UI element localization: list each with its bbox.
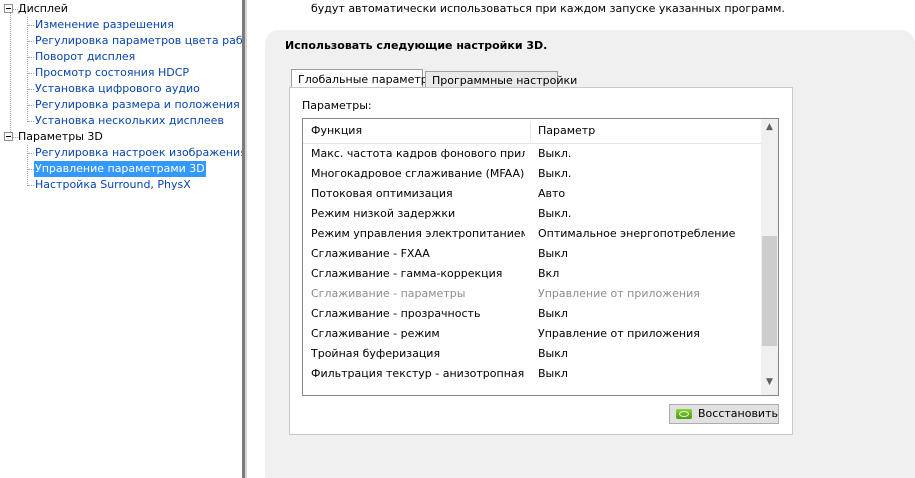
- content-pane: будут автоматически использоваться при к…: [247, 0, 915, 478]
- column-header-value[interactable]: Параметр: [538, 119, 595, 143]
- feature-value: Выкл.: [538, 207, 572, 220]
- column-divider[interactable]: [530, 121, 531, 141]
- feature-name: Многокадровое сглаживание (MFAA): [311, 167, 525, 180]
- tree-connector: [27, 17, 28, 122]
- feature-name: Сглаживание - параметры: [311, 287, 466, 300]
- tree-item-multiple-displays[interactable]: Установка нескольких дисплеев: [35, 113, 224, 129]
- feature-value: Управление от приложения: [538, 327, 700, 340]
- list-item[interactable]: Сглаживание - гамма-коррекция Вкл: [303, 264, 761, 284]
- feature-value: Выкл.: [538, 167, 572, 180]
- collapse-3d-settings-icon[interactable]: [4, 132, 13, 141]
- tree-connector: [28, 25, 34, 26]
- tree-item-color-settings[interactable]: Регулировка параметров цвета рабочег: [35, 33, 242, 49]
- tree-item-digital-audio[interactable]: Установка цифрового аудио: [35, 81, 200, 97]
- feature-name: Режим управления электропитанием: [311, 227, 525, 240]
- section-title: Использовать следующие настройки 3D.: [285, 39, 548, 52]
- restore-button[interactable]: Восстановить: [669, 404, 779, 424]
- feature-value: Вкл: [538, 267, 560, 280]
- tree-item-hdcp-status[interactable]: Просмотр состояния HDCP: [35, 65, 189, 81]
- tree-item-surround-physx[interactable]: Настройка Surround, PhysX: [35, 177, 191, 193]
- tree-group-3d-settings[interactable]: Параметры 3D: [18, 129, 103, 145]
- list-header: Функция Параметр: [303, 119, 761, 144]
- settings-panel: Использовать следующие настройки 3D. Гло…: [265, 30, 915, 478]
- collapse-display-icon[interactable]: [4, 4, 13, 13]
- tree-connector: [10, 10, 11, 138]
- feature-name: Тройная буферизация: [311, 347, 441, 360]
- tree-group-display[interactable]: Дисплей: [18, 1, 68, 17]
- tree-connector: [28, 57, 34, 58]
- scroll-up-icon[interactable]: ▲: [761, 119, 778, 136]
- tree-item-manage-3d-settings[interactable]: Управление параметрами 3D: [34, 161, 206, 177]
- list-item[interactable]: Сглаживание - FXAA Выкл: [303, 244, 761, 264]
- feature-name: Режим низкой задержки: [311, 207, 456, 220]
- feature-value: Авто: [538, 187, 566, 200]
- list-item[interactable]: Режим низкой задержки Выкл.: [303, 204, 761, 224]
- list-item[interactable]: Фильтрация текстур - анизотропная оп... …: [303, 364, 761, 384]
- tab-body: Параметры: Функция Параметр Макс. частот…: [289, 87, 793, 435]
- feature-name: Сглаживание - режим: [311, 327, 440, 340]
- feature-value: Выкл.: [538, 147, 572, 160]
- tree-connector: [28, 73, 34, 74]
- feature-value: Оптимальное энергопотребление: [538, 227, 736, 240]
- feature-value: Выкл: [538, 307, 568, 320]
- page-description: будут автоматически использоваться при к…: [311, 2, 785, 15]
- column-header-feature[interactable]: Функция: [311, 119, 362, 143]
- list-item[interactable]: Многокадровое сглаживание (MFAA) Выкл.: [303, 164, 761, 184]
- feature-value: Выкл: [538, 347, 568, 360]
- settings-list[interactable]: Функция Параметр Макс. частота кадров фо…: [302, 118, 779, 396]
- tree-connector: [28, 41, 34, 42]
- list-item[interactable]: Макс. частота кадров фонового прило... В…: [303, 144, 761, 164]
- tree-connector: [28, 105, 34, 106]
- feature-name: Сглаживание - прозрачность: [311, 307, 481, 320]
- feature-name: Сглаживание - гамма-коррекция: [311, 267, 503, 280]
- restore-button-label: Восстановить: [698, 407, 778, 420]
- list-item[interactable]: Сглаживание - параметры Управление от пр…: [303, 284, 761, 304]
- navigation-tree: Дисплей Изменение разрешения Регулировка…: [0, 0, 242, 478]
- vertical-scrollbar[interactable]: ▲ ▼: [761, 119, 778, 395]
- tab-global-settings[interactable]: Глобальные параметры: [291, 69, 436, 89]
- tree-connector: [28, 89, 34, 90]
- list-item[interactable]: Сглаживание - прозрачность Выкл: [303, 304, 761, 324]
- list-item[interactable]: Тройная буферизация Выкл: [303, 344, 761, 364]
- tree-item-change-resolution[interactable]: Изменение разрешения: [35, 17, 174, 33]
- feature-value: Управление от приложения: [538, 287, 700, 300]
- feature-name: Сглаживание - FXAA: [311, 247, 430, 260]
- list-item[interactable]: Сглаживание - режим Управление от прилож…: [303, 324, 761, 344]
- scrollbar-thumb[interactable]: [762, 236, 777, 346]
- tree-connector: [27, 145, 28, 186]
- scroll-down-icon[interactable]: ▼: [761, 374, 778, 391]
- feature-value: Выкл: [538, 247, 568, 260]
- tree-item-image-settings-preview[interactable]: Регулировка настроек изображения с пр: [35, 145, 242, 161]
- tree-connector: [28, 153, 34, 154]
- nvidia-logo-icon: [676, 409, 692, 419]
- tree-item-rotate-display[interactable]: Поворот дисплея: [35, 49, 135, 65]
- params-label: Параметры:: [302, 99, 372, 112]
- list-item[interactable]: Потоковая оптимизация Авто: [303, 184, 761, 204]
- feature-name: Потоковая оптимизация: [311, 187, 453, 200]
- feature-name: Макс. частота кадров фонового прило...: [311, 147, 525, 160]
- feature-name: Фильтрация текстур - анизотропная оп...: [311, 367, 525, 380]
- tree-connector: [28, 185, 34, 186]
- feature-value: Выкл: [538, 367, 568, 380]
- tree-item-desktop-size-position[interactable]: Регулировка размера и положения рабо: [35, 97, 242, 113]
- list-item[interactable]: Режим управления электропитанием Оптимал…: [303, 224, 761, 244]
- tree-connector: [28, 121, 34, 122]
